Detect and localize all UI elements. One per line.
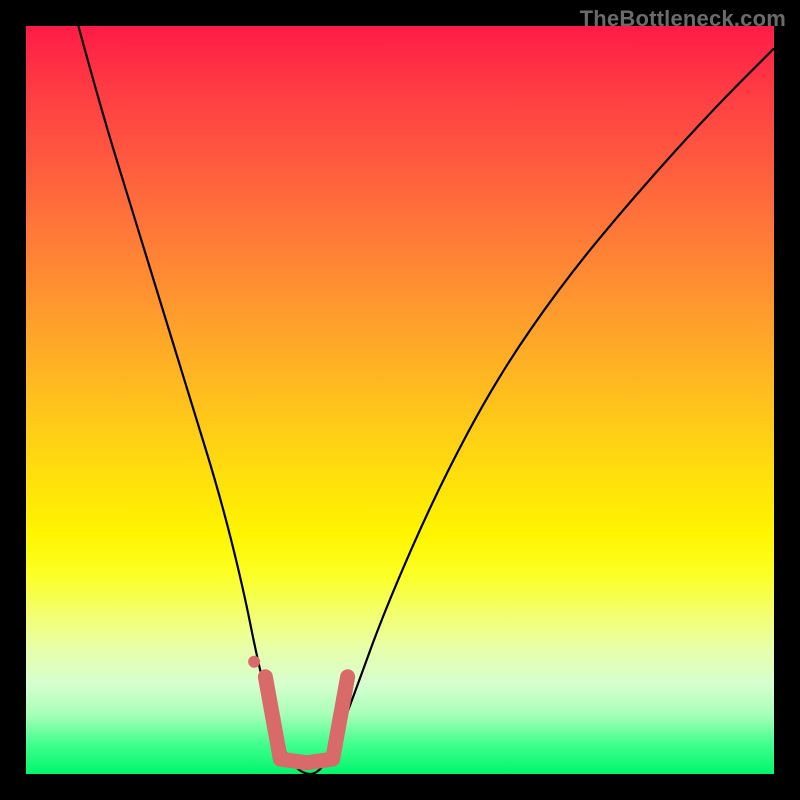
pink-dot-marker [248,656,260,668]
pink-v-marker [265,677,347,763]
chart-svg [26,26,774,774]
bottleneck-curve [78,26,774,774]
chart-plot-area [26,26,774,774]
